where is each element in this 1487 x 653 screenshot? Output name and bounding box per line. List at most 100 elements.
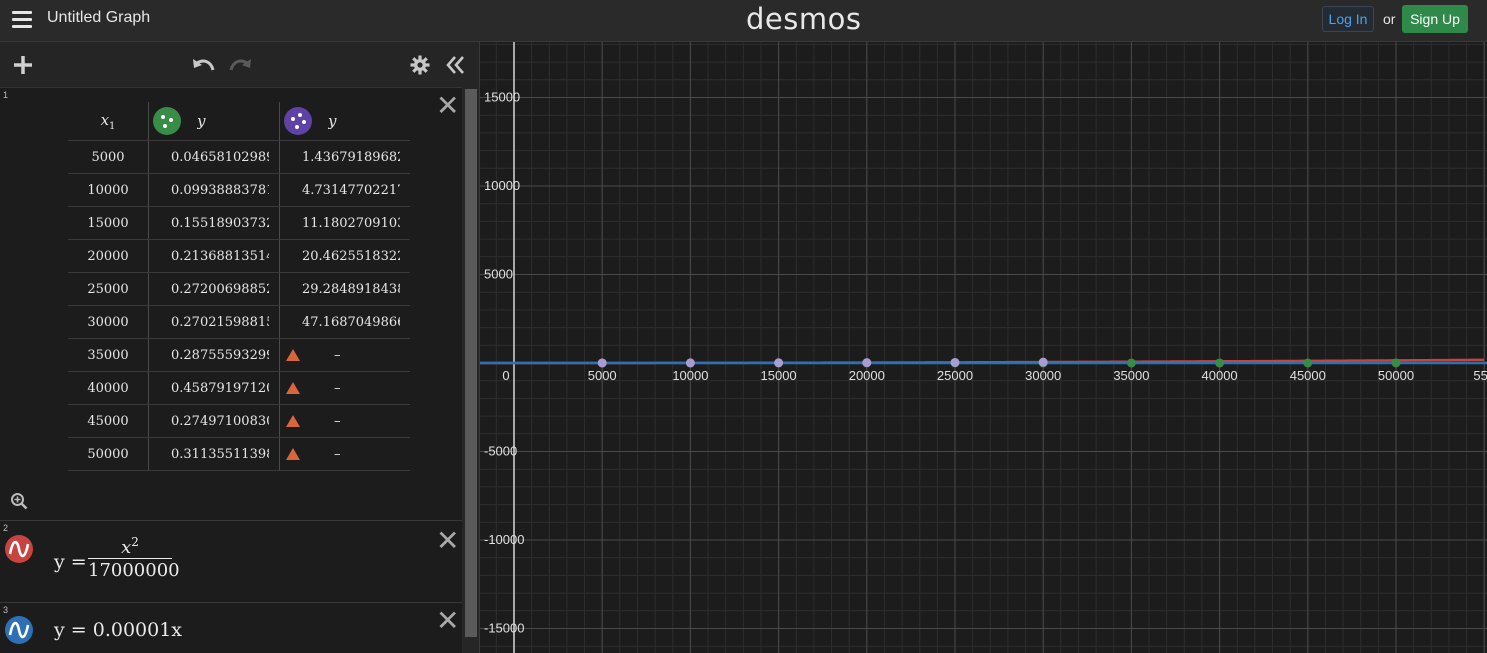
cell-x[interactable]: 50000: [68, 437, 149, 471]
settings-gear-icon[interactable]: [410, 55, 430, 75]
warning-icon[interactable]: [286, 448, 300, 460]
point-y2[interactable]: [774, 358, 784, 368]
delete-expression-icon[interactable]: ✕: [436, 92, 459, 120]
table-row: 20000 0.21368813514 20.4625518322: [68, 239, 410, 273]
cell-y1-value: 0.28755593299: [171, 347, 269, 363]
points-style-icon[interactable]: [284, 107, 312, 135]
undo-icon[interactable]: [191, 55, 217, 73]
point-y1[interactable]: [1303, 358, 1313, 368]
table-row: 15000 0.15518903732 11.1802709103: [68, 206, 410, 240]
cell-y2[interactable]: 29.2848918438: [279, 272, 410, 306]
y-tick-label: -10000: [484, 532, 524, 547]
column-header-y2[interactable]: y2: [279, 102, 410, 141]
cell-y1[interactable]: 0.15518903732: [148, 206, 280, 240]
x-tick-label: 10000: [672, 368, 708, 383]
graph-style-wave-icon[interactable]: [5, 535, 33, 563]
cell-y2[interactable]: 20.4625518322: [279, 239, 410, 273]
cell-y1[interactable]: 0.45879197120: [148, 371, 280, 405]
expression-2[interactable]: 2 y = x2 17000000 ✕: [0, 521, 462, 603]
column-header-y1[interactable]: y1: [148, 102, 280, 141]
expression-3[interactable]: 3 y = 0.00001x ✕: [0, 603, 462, 653]
cell-x[interactable]: 25000: [68, 272, 149, 306]
graph-svg[interactable]: 0 5000 10000 15000 20000 25000 30000 35000 40000…: [480, 42, 1487, 653]
expression-number: 1: [3, 90, 9, 100]
cell-y1[interactable]: 0.27497100830: [148, 404, 280, 438]
point-y2[interactable]: [685, 358, 695, 368]
cell-y2-value: –: [334, 347, 341, 363]
cell-x[interactable]: 5000: [68, 140, 149, 174]
graph-title[interactable]: Untitled Graph: [47, 9, 150, 27]
expression-lhs: y =: [54, 551, 87, 573]
warning-icon[interactable]: [286, 382, 300, 394]
cell-y1[interactable]: 0.09938883781: [148, 173, 280, 207]
zoom-fit-icon[interactable]: [10, 492, 28, 510]
cell-y1-value: 0.15518903732: [171, 215, 269, 231]
cell-y2-value: –: [334, 413, 341, 429]
x-tick-label: 20000: [849, 368, 885, 383]
point-y2[interactable]: [1038, 357, 1048, 367]
cell-y1-value: 0.21368813514: [171, 248, 269, 264]
delete-expression-icon[interactable]: ✕: [436, 527, 459, 555]
point-y2[interactable]: [597, 358, 607, 368]
log-in-button[interactable]: Log In: [1322, 6, 1374, 32]
cell-y2[interactable]: –: [279, 371, 410, 405]
cell-x[interactable]: 35000: [68, 338, 149, 372]
point-y1[interactable]: [1126, 358, 1136, 368]
panel-scrollbar[interactable]: [462, 87, 479, 653]
cell-x[interactable]: 40000: [68, 371, 149, 405]
cell-y1-value: 0.04658102989: [171, 149, 269, 165]
cell-y1[interactable]: 0.21368813514: [148, 239, 280, 273]
cell-y1-value: 0.27497100830: [171, 413, 269, 429]
point-y2[interactable]: [950, 357, 960, 367]
cell-y2-value: 4.73147702217: [302, 182, 400, 198]
cell-y2[interactable]: 11.1802709103: [279, 206, 410, 240]
cell-x[interactable]: 30000: [68, 305, 149, 339]
cell-y2[interactable]: –: [279, 338, 410, 372]
cell-y1[interactable]: 0.27021598815: [148, 305, 280, 339]
y-tick-label: 5000: [484, 267, 513, 282]
cell-x[interactable]: 45000: [68, 404, 149, 438]
cell-y2[interactable]: 4.73147702217: [279, 173, 410, 207]
add-expression-icon[interactable]: [13, 55, 33, 75]
x-tick-label: 25000: [937, 368, 973, 383]
cell-y2[interactable]: –: [279, 437, 410, 471]
cell-y1[interactable]: 0.27200698852: [148, 272, 280, 306]
cell-y1[interactable]: 0.31135511398: [148, 437, 280, 471]
warning-icon[interactable]: [286, 349, 300, 361]
point-y1[interactable]: [1215, 358, 1225, 368]
expression-panel: 1 ✕ x1 y1 y2 5000 0.04658102989 1.43679189…: [0, 42, 480, 653]
top-bar: Untitled Graph desmos Log In or Sign Up: [0, 0, 1487, 42]
cell-y1[interactable]: 0.28755593299: [148, 338, 280, 372]
x-tick-label: 15000: [761, 368, 797, 383]
cell-y2[interactable]: 47.1687049866: [279, 305, 410, 339]
cell-x[interactable]: 20000: [68, 239, 149, 273]
cell-y1-value: 0.45879197120: [171, 380, 269, 396]
cell-y2-value: 11.1802709103: [302, 215, 400, 231]
delete-expression-icon[interactable]: ✕: [436, 607, 459, 635]
graph-canvas[interactable]: 0 5000 10000 15000 20000 25000 30000 35000 40000…: [480, 42, 1487, 653]
desmos-logo: desmos: [746, 2, 862, 36]
cell-x[interactable]: 15000: [68, 206, 149, 240]
or-label: or: [1383, 11, 1396, 27]
points-style-icon[interactable]: [153, 107, 181, 135]
x-tick-label: 0: [502, 368, 509, 383]
warning-icon[interactable]: [286, 415, 300, 427]
cell-y1[interactable]: 0.04658102989: [148, 140, 280, 174]
cell-y2-value: 47.1687049866: [302, 314, 400, 330]
redo-icon[interactable]: [227, 55, 253, 73]
table-body: 5000 0.04658102989 1.43679189682 10000 0.099…: [68, 140, 410, 471]
menu-icon[interactable]: [12, 11, 32, 29]
cell-y2[interactable]: 1.43679189682: [279, 140, 410, 174]
point-y2[interactable]: [862, 358, 872, 368]
scrollbar-thumb[interactable]: [465, 89, 477, 637]
cell-y2[interactable]: –: [279, 404, 410, 438]
collapse-panel-icon[interactable]: [446, 55, 466, 75]
graph-style-wave-icon[interactable]: [5, 616, 33, 644]
column-header-x1[interactable]: x1: [68, 102, 149, 141]
expression-toolbar: [0, 42, 479, 88]
cell-x[interactable]: 10000: [68, 173, 149, 207]
expression-text: y = 0.00001x: [54, 619, 183, 641]
sign-up-button[interactable]: Sign Up: [1402, 5, 1468, 33]
table-expression[interactable]: 1 ✕ x1 y1 y2 5000 0.04658102989 1.43679189…: [0, 88, 462, 521]
point-y1[interactable]: [1391, 358, 1401, 368]
